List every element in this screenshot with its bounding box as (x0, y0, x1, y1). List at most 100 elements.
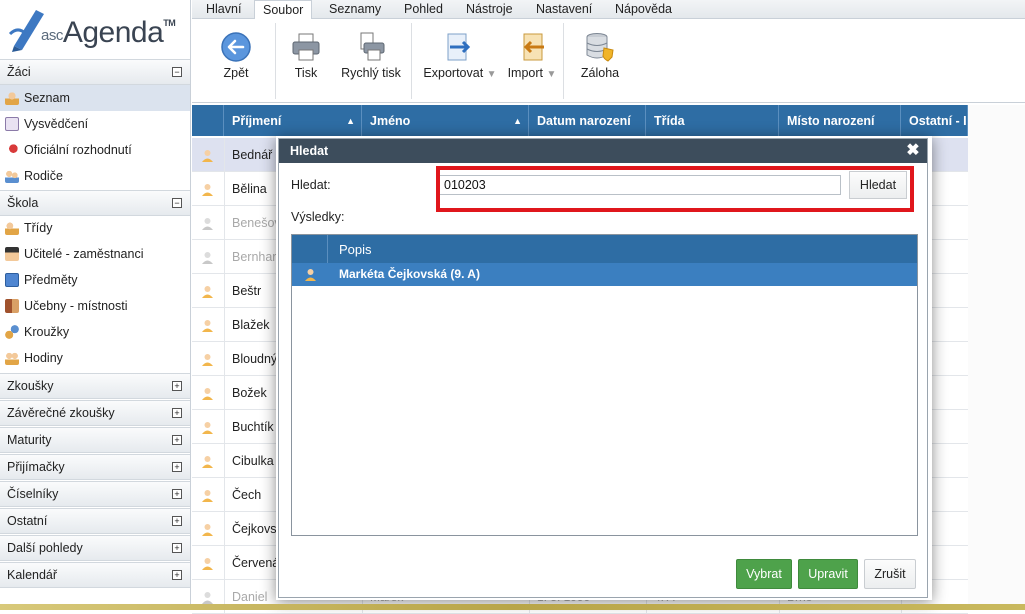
sidebar-item-seznam[interactable]: Seznam (0, 85, 190, 111)
grid-header: Příjmení ▲ Jméno ▲ Datum narození Třída Mí… (192, 105, 968, 136)
sidebar-item-tridy[interactable]: Třídy (0, 215, 190, 241)
print-button[interactable]: Tisk (284, 19, 328, 103)
surname-cell: Blažek (232, 318, 270, 332)
expand-icon[interactable]: + (172, 570, 182, 580)
section-title: Závěrečné zkoušky (7, 406, 115, 420)
student-icon (202, 320, 213, 332)
sidebar-item-ucebny[interactable]: Učebny - místnosti (0, 293, 190, 319)
expand-icon[interactable]: + (172, 516, 182, 526)
dropdown-arrow-icon: ▼ (546, 69, 557, 80)
student-icon (202, 252, 213, 264)
collapse-icon[interactable]: − (172, 67, 182, 77)
student-icon (5, 91, 19, 105)
student-icon (202, 184, 213, 196)
sidebar-item-predmety[interactable]: Předměty (0, 267, 190, 293)
class-icon (5, 221, 19, 235)
ribbon-separator (275, 23, 276, 99)
printer-icon (292, 33, 320, 61)
dropdown-arrow-icon: ▼ (486, 69, 497, 80)
backup-button[interactable]: Záloha (575, 19, 625, 103)
sidebar-item-hodiny[interactable]: Hodiny (0, 345, 190, 371)
section-maturity[interactable]: Maturity + (0, 427, 190, 453)
tab-soubor[interactable]: Soubor (254, 0, 313, 20)
import-icon (523, 33, 544, 61)
section-dalsi-pohledy[interactable]: Další pohledy + (0, 535, 190, 561)
highlight-frame (436, 166, 914, 212)
section-ostatni[interactable]: Ostatní + (0, 508, 190, 534)
sidebar-item-rodice[interactable]: Rodiče (0, 163, 190, 189)
student-icon (202, 490, 213, 502)
sidebar-item-label: Oficiální rozhodnutí (24, 143, 132, 157)
sidebar-item-krouzky[interactable]: Kroužky (0, 319, 190, 345)
pin-icon (5, 143, 19, 157)
surname-cell: Čech (232, 488, 262, 502)
edit-button[interactable]: Upravit (798, 559, 858, 589)
expand-icon[interactable]: + (172, 408, 182, 418)
tab-hlavni[interactable]: Hlavní (198, 0, 249, 19)
expand-icon[interactable]: + (172, 381, 182, 391)
section-zaverecne-zkousky[interactable]: Závěrečné zkoušky + (0, 400, 190, 426)
tab-napoveda[interactable]: Nápověda (607, 0, 680, 19)
section-title: Maturity (7, 433, 52, 447)
tab-pohled[interactable]: Pohled (396, 0, 451, 19)
column-divider (224, 240, 225, 274)
expand-icon[interactable]: + (172, 543, 182, 553)
col-header-trida[interactable]: Třída (646, 105, 779, 136)
sidebar-item-ucitele[interactable]: Učitelé - zaměstnanci (0, 241, 190, 267)
col-header-jmeno[interactable]: Jméno ▲ (362, 105, 529, 136)
tab-nastroje[interactable]: Nástroje (458, 0, 521, 19)
tab-seznamy[interactable]: Seznamy (321, 0, 389, 19)
section-ciselniky[interactable]: Číselníky + (0, 481, 190, 507)
sidebar-item-vysvedceni[interactable]: Vysvědčení (0, 111, 190, 137)
section-prijimacky[interactable]: Přijímačky + (0, 454, 190, 480)
expand-icon[interactable]: + (172, 462, 182, 472)
result-row[interactable]: Markéta Čejkovská (9. A) (292, 263, 917, 286)
column-divider (224, 274, 225, 308)
section-zaci[interactable]: Žáci − (0, 59, 190, 85)
import-label: Import ▼ (504, 66, 560, 80)
export-text: Exportovat (423, 66, 484, 80)
back-button[interactable]: Zpět (214, 19, 258, 103)
surname-cell: Benešov (232, 216, 281, 230)
surname-cell: Buchtík (232, 420, 274, 434)
column-divider (224, 512, 225, 546)
collapse-icon[interactable]: − (172, 198, 182, 208)
section-zkousky[interactable]: Zkoušky + (0, 373, 190, 399)
cancel-button[interactable]: Zrušit (864, 559, 916, 589)
sidebar-item-label: Seznam (24, 91, 70, 105)
background-art (968, 105, 1025, 610)
tab-nastaveni[interactable]: Nastavení (528, 0, 600, 19)
col-header-prijmeni[interactable]: Příjmení ▲ (224, 105, 362, 136)
col-header-misto-narozeni[interactable]: Místo narození (779, 105, 901, 136)
back-arrow-icon (221, 32, 251, 62)
column-divider (224, 478, 225, 512)
results-header: Popis (292, 235, 917, 263)
club-icon (5, 325, 19, 339)
sidebar: ascAgendaTM Žáci − Seznam Vysvědčení Ofi… (0, 0, 191, 610)
close-icon[interactable]: ✖ (905, 139, 921, 163)
sidebar-item-label: Učitelé - zaměstnanci (24, 247, 144, 261)
certificate-icon (5, 117, 19, 131)
expand-icon[interactable]: + (172, 489, 182, 499)
results-icon-col (292, 235, 328, 263)
import-button[interactable]: Import ▼ (504, 19, 560, 103)
col-header-ostatni[interactable]: Ostatní - I (901, 105, 968, 136)
results-header-popis[interactable]: Popis (339, 235, 372, 264)
student-icon (202, 286, 213, 298)
section-skola[interactable]: Škola − (0, 190, 190, 216)
student-icon (202, 558, 213, 570)
quick-print-button[interactable]: Rychlý tisk (338, 19, 404, 103)
section-kalendar[interactable]: Kalendář + (0, 562, 190, 588)
select-button[interactable]: Vybrat (736, 559, 792, 589)
grid-header-icon-col (192, 105, 224, 136)
surname-cell: Bernhar (232, 250, 277, 264)
result-text: Markéta Čejkovská (9. A) (339, 267, 480, 281)
logo-name: Agenda (62, 16, 164, 49)
expand-icon[interactable]: + (172, 435, 182, 445)
col-header-datum-narozeni[interactable]: Datum narození (529, 105, 646, 136)
export-button[interactable]: Exportovat ▼ (422, 19, 498, 103)
sidebar-item-oficialni-rozhodnuti[interactable]: Oficiální rozhodnutí (0, 137, 190, 163)
section-title: Ostatní (7, 514, 48, 528)
room-icon (5, 299, 19, 313)
logo-trademark: TM (163, 18, 176, 28)
